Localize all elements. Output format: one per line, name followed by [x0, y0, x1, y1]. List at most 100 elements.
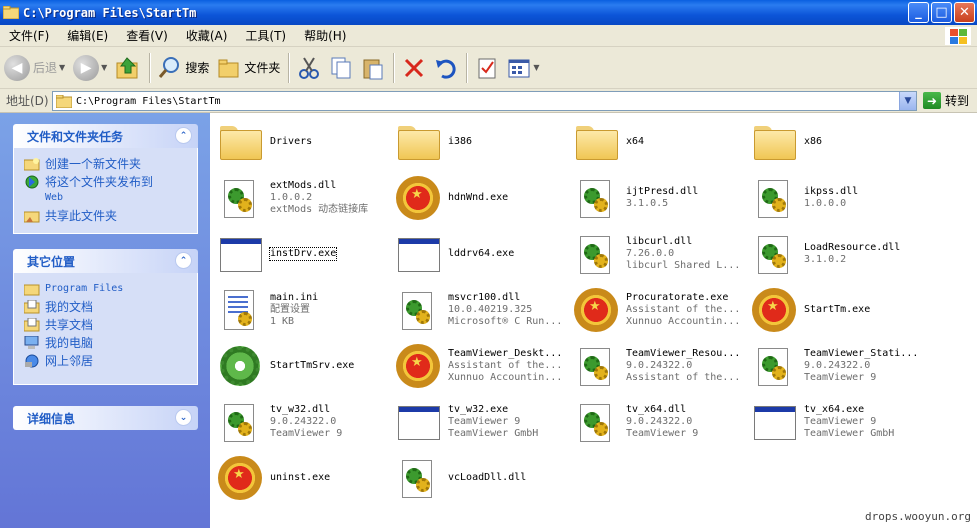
panel-title: 文件和文件夹任务 [27, 129, 124, 144]
file-item[interactable]: x86 [750, 117, 925, 167]
task-new-folder[interactable]: 创建一个新文件夹 [23, 157, 197, 171]
panel-header[interactable]: 文件和文件夹任务 ⌃ [13, 124, 198, 148]
dll-icon [216, 398, 264, 446]
chevron-down-icon[interactable]: ▼ [533, 63, 539, 72]
dll-icon [216, 174, 264, 222]
file-name: LoadResource.dll [804, 242, 901, 253]
file-detail: 9.0.24322.0 [626, 416, 693, 427]
file-name: x86 [804, 136, 823, 147]
menu-view[interactable]: 查看(V) [117, 27, 177, 44]
chevron-down-icon[interactable]: ▼ [59, 63, 65, 72]
chevron-down-icon[interactable]: ▼ [101, 63, 107, 72]
scissors-icon [299, 56, 320, 79]
search-button[interactable]: 搜索 [154, 51, 213, 85]
menu-help[interactable]: 帮助(H) [295, 27, 355, 44]
paste-button[interactable] [357, 51, 389, 85]
address-input[interactable]: C:\Program Files\StartTm ▼ [52, 91, 917, 111]
file-name: x64 [626, 136, 645, 147]
file-item[interactable]: libcurl.dll 7.26.0.0 libcurl Shared L... [572, 229, 747, 279]
other-places-panel: 其它位置 ⌃ Program Files 我的文档 共享文档 我的电脑 网上邻居 [13, 249, 198, 385]
address-label: 地址(D) [6, 94, 49, 108]
file-item[interactable]: x64 [572, 117, 747, 167]
file-detail: libcurl Shared L... [626, 260, 741, 271]
menu-tools[interactable]: 工具(T) [236, 27, 295, 44]
collapse-icon[interactable]: ⌃ [175, 127, 192, 144]
place-shared-documents[interactable]: 共享文档 [23, 317, 197, 332]
file-item[interactable]: tv_x64.dll 9.0.24322.0 TeamViewer 9 [572, 397, 747, 447]
menu-file[interactable]: 文件(F) [0, 27, 58, 44]
file-item[interactable]: i386 [394, 117, 569, 167]
emblem-icon: ★ [216, 454, 264, 502]
folder-icon [56, 94, 72, 108]
forward-button[interactable]: ▶ ▼ [69, 51, 111, 85]
file-item[interactable]: ★ StartTm.exe [750, 285, 925, 335]
file-item[interactable]: Drivers [216, 117, 391, 167]
file-item[interactable]: tv_w32.dll 9.0.24322.0 TeamViewer 9 [216, 397, 391, 447]
file-item[interactable]: instDrv.exe [216, 229, 391, 279]
up-folder-button[interactable] [111, 51, 145, 85]
watermark: drops.wooyun.org [865, 510, 971, 523]
folders-icon [218, 59, 239, 77]
file-item[interactable]: ijtPresd.dll 3.1.0.5 [572, 173, 747, 223]
menu-favorites[interactable]: 收藏(A) [177, 27, 237, 44]
expand-icon[interactable]: ⌄ [175, 409, 192, 426]
folder-icon [394, 118, 442, 166]
file-item[interactable]: tv_w32.exe TeamViewer 9 TeamViewer GmbH [394, 397, 569, 447]
minimize-button[interactable]: _ [908, 2, 929, 23]
panel-header[interactable]: 其它位置 ⌃ [13, 249, 198, 273]
properties-button[interactable] [471, 51, 503, 85]
back-arrow-icon: ◀ [4, 54, 30, 81]
file-item[interactable]: ★ Procuratorate.exe Assistant of the... Xun… [572, 285, 747, 335]
menu-edit[interactable]: 编辑(E) [58, 27, 117, 44]
file-item[interactable]: ★ uninst.exe [216, 453, 391, 503]
file-item[interactable]: TeamViewer_Resou... 9.0.24322.0 Assistant … [572, 341, 747, 391]
file-item[interactable]: extMods.dll 1.0.0.2 extMods 动态链接库 [216, 173, 391, 223]
task-publish-web[interactable]: 将这个文件夹发布到 Web [24, 175, 197, 205]
file-item[interactable]: main.ini 配置设置 1 KB [216, 285, 391, 335]
file-item[interactable]: lddrv64.exe [394, 229, 569, 279]
views-button[interactable]: ▼ [503, 51, 543, 85]
ini-icon [216, 286, 264, 334]
file-item[interactable]: TeamViewer_Stati... 9.0.24322.0 TeamViewer… [750, 341, 925, 391]
file-name: StartTmSrv.exe [270, 360, 355, 371]
file-detail: 9.0.24322.0 [804, 360, 871, 371]
undo-icon [436, 59, 456, 79]
close-button[interactable]: ✕ [954, 2, 975, 23]
address-value: C:\Program Files\StartTm [76, 95, 221, 107]
undo-button[interactable] [430, 51, 462, 85]
go-button[interactable]: ➜ 转到 [923, 92, 969, 109]
file-item[interactable]: StartTmSrv.exe [216, 341, 391, 391]
folders-button[interactable]: 文件夹 [213, 51, 284, 85]
copy-button[interactable] [325, 51, 357, 85]
file-item[interactable]: msvcr100.dll 10.0.40219.325 Microsoft® C R… [394, 285, 569, 335]
file-item[interactable]: vcLoadDll.dll [394, 453, 569, 503]
file-item[interactable]: ikpss.dll 1.0.0.0 [750, 173, 925, 223]
folder-icon [750, 118, 798, 166]
dll-icon [394, 454, 442, 502]
window-icon [394, 230, 442, 278]
properties-icon [478, 58, 496, 78]
back-button[interactable]: ◀ 后退 ▼ [0, 51, 69, 85]
file-item[interactable]: ★ hdnWnd.exe [394, 173, 569, 223]
task-share-folder[interactable]: 共享此文件夹 [23, 209, 197, 223]
collapse-icon[interactable]: ⌃ [175, 252, 192, 269]
file-item[interactable]: ★ TeamViewer_Deskt... Assistant of the... X… [394, 341, 569, 391]
panel-title: 其它位置 [27, 254, 76, 269]
file-item[interactable]: tv_x64.exe TeamViewer 9 TeamViewer GmbH [750, 397, 925, 447]
file-item[interactable]: LoadResource.dll 3.1.0.2 [750, 229, 925, 279]
place-my-documents[interactable]: 我的文档 [23, 299, 197, 314]
place-network[interactable]: 网上邻居 [24, 354, 197, 368]
back-label: 后退 [33, 61, 58, 75]
folders-label: 文件夹 [244, 61, 281, 75]
panel-header[interactable]: 详细信息 ⌄ [13, 406, 198, 430]
maximize-button[interactable]: □ [931, 2, 952, 23]
dll-icon [572, 342, 620, 390]
cut-button[interactable] [293, 51, 325, 85]
details-panel: 详细信息 ⌄ [13, 406, 198, 430]
window-icon [750, 398, 798, 446]
toolbar-separator [288, 52, 290, 83]
chevron-down-icon[interactable]: ▼ [899, 92, 916, 110]
place-my-computer[interactable]: 我的电脑 [24, 335, 197, 350]
delete-button[interactable] [398, 51, 430, 85]
place-program-files[interactable]: Program Files [23, 282, 197, 296]
